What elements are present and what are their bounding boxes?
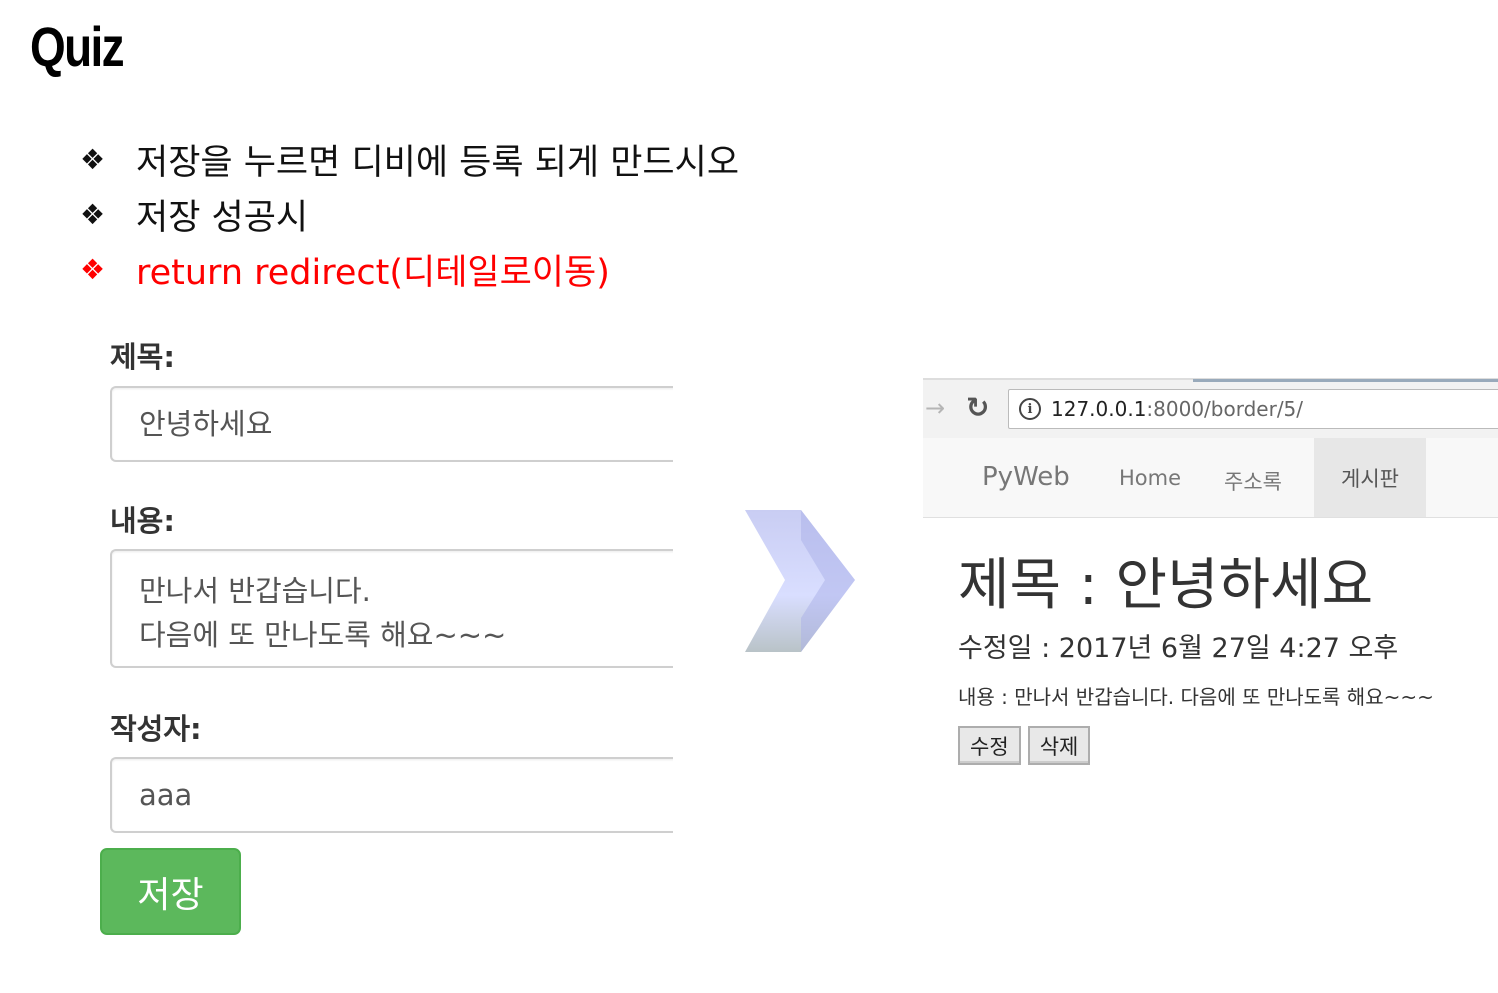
url-path: :8000/border/5/ [1146,397,1304,421]
author-input[interactable]: aaa [110,757,673,833]
bullet-list: ❖ 저장을 누르면 디비에 등록 되게 만드시오 ❖ 저장 성공시 ❖ retu… [80,132,739,297]
browser-window: → ↻ i 127.0.0.1:8000/border/5/ PyWeb Hom… [923,378,1498,798]
content-label: 내용: [110,504,175,538]
nav-board[interactable]: 게시판 [1314,438,1426,517]
bullet-text: 저장을 누르면 디비에 등록 되게 만드시오 [136,143,740,183]
diamond-bullet-icon: ❖ [80,198,106,231]
forward-arrow-icon[interactable]: → [925,394,945,422]
save-button[interactable]: 저장 [100,848,241,935]
url-field[interactable]: i 127.0.0.1:8000/border/5/ [1008,389,1498,429]
diamond-bullet-icon: ❖ [80,253,106,286]
right-arrow-icon [745,510,855,652]
bullet-text: 저장 성공시 [136,198,309,238]
title-label: 제목: [110,340,175,374]
slide-title: Quiz [30,15,125,78]
post-form: 제목: 안녕하세요 내용: 만나서 반갑습니다. 다음에 또 만나도록 해요~~… [100,330,673,960]
content-line: 만나서 반갑습니다. [139,574,371,608]
nav-home[interactable]: Home [1119,466,1181,490]
info-icon[interactable]: i [1019,398,1041,420]
bullet-text: return redirect(디테일로이동) [136,253,610,293]
title-input[interactable]: 안녕하세요 [110,386,673,462]
post-detail: 제목 : 안녕하세요 수정일 : 2017년 6월 27일 4:27 오후 내용… [958,558,1498,765]
url-host: 127.0.0.1 [1051,397,1147,421]
nav-addressbook[interactable]: 주소록 [1224,466,1282,496]
post-date: 수정일 : 2017년 6월 27일 4:27 오후 [958,633,1399,664]
address-bar: → ↻ i 127.0.0.1:8000/border/5/ [923,378,1498,438]
bullet-item: ❖ 저장을 누르면 디비에 등록 되게 만드시오 [80,132,739,187]
delete-button[interactable]: 삭제 [1027,726,1091,765]
brand-link[interactable]: PyWeb [982,462,1070,492]
site-navbar: PyWeb Home 주소록 게시판 [923,438,1498,518]
post-content: 내용 : 만나서 반갑습니다. 다음에 또 만나도록 해요~~~ [958,685,1434,709]
post-title: 제목 : 안녕하세요 [958,553,1374,618]
author-label: 작성자: [110,712,202,746]
bullet-item-highlight: ❖ return redirect(디테일로이동) [80,242,739,297]
content-textarea[interactable]: 만나서 반갑습니다. 다음에 또 만나도록 해요~~~ [110,549,673,668]
bullet-item: ❖ 저장 성공시 [80,187,739,242]
edit-button[interactable]: 수정 [958,726,1021,765]
reload-icon[interactable]: ↻ [966,391,989,424]
content-line: 다음에 또 만나도록 해요~~~ [139,618,507,652]
tab-edge [1193,379,1498,382]
diamond-bullet-icon: ❖ [80,143,106,176]
